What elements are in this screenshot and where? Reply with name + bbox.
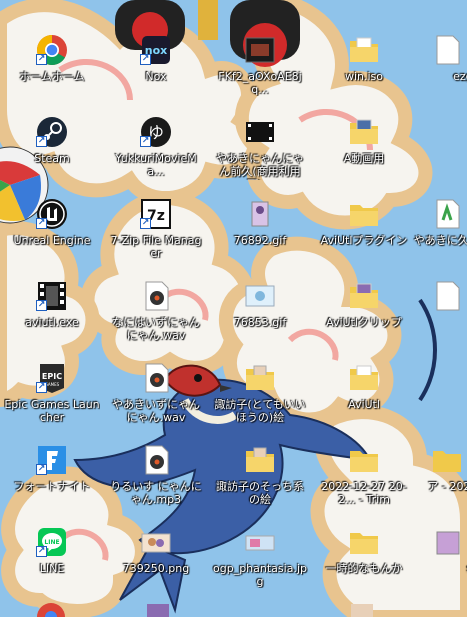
image-file-icon [245,37,275,63]
audio-file-icon [145,445,169,475]
image-file-icon [141,533,171,553]
icon-label: 7-Zip File Manager [110,234,202,260]
icon-mp3[interactable]: りるいす にゃんにゃん.mp3 [106,440,206,520]
shortcut-arrow-icon: ↗ [36,382,47,393]
icon-label: やあきに久(商用 [413,234,467,247]
shortcut-arrow-icon: ↗ [140,218,151,229]
icon-label: 諏訪子(とてもいいほうの)絵 [214,398,306,424]
folder-icon [350,283,378,308]
document-icon [436,281,460,311]
icon-label: ogp_phantasia.jpg [213,562,307,588]
icon-label: FKf2_aOXoAE8jq... [218,70,302,96]
icon-png-739250[interactable]: 739250.png [106,522,206,602]
icon-label: Epic Games Launcher [4,398,100,424]
icon-label: 76853.gif [233,316,287,329]
icon-suwa-partial[interactable]: suwa [397,522,467,602]
icon-label: aviutl.exe [25,316,79,329]
icon-label: suwa [399,562,467,575]
video-file-icon [433,451,461,472]
folder-icon [350,533,378,554]
icon-label: Nox [145,70,167,83]
icon-folder-suwako-other[interactable]: 諏訪子のそっち系の絵 [210,440,310,520]
icon-folder-a-douga[interactable]: A動画用 [314,112,414,192]
icon-label: YukkuriMovieMa... [115,152,197,178]
folder-icon [246,365,274,390]
icon-label: やあきにゃんにゃん前久(商用利用可)... [216,152,304,180]
icon-7zip[interactable]: 7z ↗ 7-Zip File Manager [106,194,206,274]
folder-icon [350,37,378,62]
icon-ogp-phantasia[interactable]: ogp_phantasia.jpg [210,522,310,602]
icon-label: ア - 2022 12 [427,480,467,493]
desktop[interactable]: ↗ ホームホーム ↗ Steam ↗ Unreal Engine ↗ aviut [0,0,467,617]
icon-video-yaaki[interactable]: やあきにゃんにゃん前久(商用利用可)... [210,112,310,192]
icon-label: A動画用 [343,152,385,165]
icon-label: ホームホーム [19,70,85,83]
icon-label: 76892.gif [233,234,287,247]
image-file-icon [245,535,275,551]
icon-yaaki-partial[interactable]: やあきに久(商用 [397,194,467,274]
shortcut-arrow-icon: ↗ [36,464,47,475]
gif-file-icon [245,285,275,307]
shortcut-arrow-icon: ↗ [140,136,151,147]
icon-label: ezgif.co [453,70,467,83]
folder-icon [350,365,378,390]
folder-icon [350,119,378,144]
shortcut-arrow-icon: ↗ [36,54,47,65]
gif-file-icon [251,201,269,227]
svg-text:GAMES: GAMES [45,382,60,387]
svg-text:EPIC: EPIC [42,372,62,381]
folder-icon [246,447,274,472]
icon-line[interactable]: LINE ↗ LINE [2,522,102,602]
icon-label: AviUtl [348,398,380,411]
audio-file-icon [145,281,169,311]
icon-nox[interactable]: nox ↗ Nox [106,30,206,110]
shortcut-arrow-icon: ↗ [36,546,47,557]
icon-label: なにはいずにゃんにゃん.wav [112,316,200,342]
icon-wav-2[interactable]: やあきいずにゃんにゃん.wav [106,358,206,438]
icon-we-partial[interactable]: we [397,276,467,356]
icon-unreal-engine[interactable]: ↗ Unreal Engine [2,194,102,274]
icon-aviutl-exe[interactable]: ↗ aviutl.exe [2,276,102,356]
icon-yukkuri-movie-maker[interactable]: ゆ ↗ YukkuriMovieMa... [106,112,206,192]
icon-fortnite[interactable]: ↗ フォートナイト [2,440,102,520]
icon-label: フォートナイト [13,480,91,493]
shortcut-arrow-icon: ↗ [36,218,47,229]
icon-label: やあきいずにゃんにゃん.wav [112,398,200,424]
icon-video-partial[interactable]: ア - 2022 12 [397,440,467,520]
icon-gif-76892[interactable]: 76892.gif [210,194,310,274]
svg-text:LINE: LINE [44,539,59,546]
video-file-icon [350,451,378,472]
folder-icon [350,205,378,226]
icon-label: 739250.png [122,562,190,575]
icon-epic-games-launcher[interactable]: EPIC GAMES ↗ Epic Games Launcher [2,358,102,438]
icon-label: LINE [39,562,65,575]
icon-label: 諏訪子のそっち系の絵 [216,480,304,506]
image-file-icon[interactable] [143,602,173,617]
image-file-icon[interactable] [347,602,377,617]
icon-ezgif[interactable]: ezgif.co [397,30,467,110]
icon-steam[interactable]: ↗ Steam [2,112,102,192]
icon-fkf2-image[interactable]: FKf2_aOXoAE8jq... [210,30,310,110]
icon-chrome[interactable]: ↗ ホームホーム [2,30,102,110]
icon-gif-76853[interactable]: 76853.gif [210,276,310,356]
icon-folder-suwako-good[interactable]: 諏訪子(とてもいいほうの)絵 [210,358,310,438]
icon-label: we [399,316,467,329]
shortcut-arrow-icon: ↗ [36,136,47,147]
document-icon [436,35,460,65]
icon-wav-1[interactable]: なにはいずにゃんにゃん.wav [106,276,206,356]
shortcut-arrow-icon: ↗ [36,300,47,311]
icon-label: Unreal Engine [13,234,91,247]
image-file-icon [436,531,460,555]
shortcut-arrow-icon: ↗ [140,54,151,65]
document-icon [436,199,460,229]
icon-folder-aviutl[interactable]: AviUtl [314,358,414,438]
icon-label: Steam [34,152,70,165]
audio-file-icon [145,363,169,393]
icon-label: りるいす にゃんにゃん.mp3 [110,480,202,506]
chrome-icon[interactable] [36,602,66,617]
video-file-icon [246,122,274,142]
